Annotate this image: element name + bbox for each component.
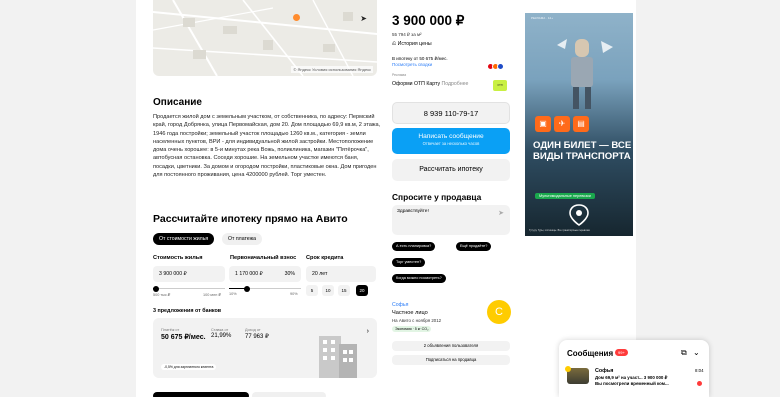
unread-dot (697, 381, 702, 386)
term-input[interactable]: 20 лет (306, 266, 376, 282)
description-text: Продается жилой дом с земельным участком… (153, 114, 381, 179)
banner-footer: Туту.ру. Туры, гостиницы. Все транспортн… (529, 229, 590, 232)
cost-label: Стоимость жилья (153, 255, 203, 261)
seller-avatar[interactable]: С (487, 300, 511, 324)
bus-icon: ▤ (573, 116, 589, 132)
chat-contact-name[interactable]: Софья (595, 368, 613, 374)
down-payment-value: 1 170 000 ₽ (235, 271, 263, 277)
chat-time: 8:04 (695, 368, 704, 373)
ask-seller-text: Здравствуйте! (397, 209, 429, 214)
transport-ad-banner[interactable]: РЕКЛАМА · 12+ ▣ ✈ ▤ ОДИН БИЛЕТ — ВСЕ ВИДЫ … (525, 13, 633, 236)
down-payment-percent: 30% (284, 271, 295, 277)
tab-by-cost[interactable]: От стоимости жилья (153, 233, 215, 245)
map-copyright[interactable]: © Яндекс Условия использования Яндекс (291, 66, 373, 73)
plane-icon: ✈ (554, 116, 570, 132)
write-message-button[interactable]: Написать сообщение Отвечает за несколько… (392, 128, 510, 154)
down-payment-label: Первоначальный взнос (230, 255, 297, 261)
listing-price: 3 900 000 ₽ (392, 13, 465, 28)
tab-by-payment[interactable]: От платежа (222, 233, 262, 245)
price-per-m2: 55 794 ₽ за м² (392, 32, 422, 37)
offer-income-value: 77 963 ₽ (245, 334, 269, 340)
banner-transport-icons: ▣ ✈ ▤ (535, 113, 592, 132)
otp-logo: ОТП (493, 80, 507, 91)
cost-slider[interactable] (152, 285, 225, 292)
description-title: Описание (153, 97, 202, 108)
train-icon: ▣ (535, 116, 551, 132)
otp-ad-text: Оформи ОТП Карту (392, 81, 441, 87)
down-min: 10% (229, 292, 237, 296)
cost-min: 500 тыс.₽ (153, 293, 171, 297)
building-illustration (319, 336, 357, 378)
bank-logos (487, 57, 504, 75)
online-status-dot (565, 366, 571, 372)
offer-payment-value: 50 675 ₽/мес. (161, 334, 206, 341)
offer-payment-label: Платёж от (161, 328, 180, 332)
term-option-15[interactable]: 15 (338, 285, 350, 296)
seller-ads-button[interactable]: 2 объявления пользователя (392, 341, 510, 351)
show-phone-button[interactable]: 8 939 110-79-17 (392, 102, 510, 124)
open-external-icon[interactable]: ⧉ (681, 348, 687, 358)
otp-ad[interactable]: Оформи ОТП Карту Подробнее (392, 81, 468, 87)
quick-question-chip[interactable]: Ещё продаёте? (456, 242, 492, 251)
term-option-10[interactable]: 10 (322, 285, 334, 296)
banner-chip: Мультимодальные перевозки (535, 193, 595, 199)
offer-note: -0,5% для зарплатного клиента (161, 364, 217, 370)
down-slider-handle[interactable] (244, 285, 250, 292)
location-map[interactable]: ➤ © Яндекс Условия использования Яндекс (153, 0, 377, 76)
ad-label: Реклама (392, 73, 407, 77)
ask-seller-title: Спросите у продавца (392, 192, 482, 202)
cost-slider-handle[interactable] (152, 285, 159, 292)
seller-eco-badge: Экономия · 5 кг CO₂ (392, 326, 432, 332)
map-streets (153, 0, 377, 76)
subscribe-seller-button[interactable]: Подписаться на продавца (392, 355, 510, 365)
map-pin-icon (569, 204, 589, 226)
term-label: Срок кредита (306, 255, 344, 261)
mortgage-summary-link[interactable]: Посмотреть сводки (392, 62, 432, 67)
ask-seller-input[interactable]: Здравствуйте! ➤ (392, 205, 510, 235)
offer-rate-label: Ставка от (211, 328, 229, 332)
calculate-mortgage-button[interactable]: Рассчитать ипотеку (392, 159, 510, 181)
send-icon[interactable]: ➤ (498, 209, 504, 217)
navigation-arrow-icon[interactable]: ➤ (360, 14, 367, 23)
seller-type: Частное лицо (392, 310, 428, 316)
down-payment-input[interactable]: 1 170 000 ₽ 30% (229, 266, 301, 282)
chat-last-message: Вы посмотрели временный ком... (595, 381, 669, 386)
mortgage-title: Рассчитайте ипотеку прямо на Авито (153, 213, 348, 225)
cost-max: 100 млн ₽ (203, 293, 221, 297)
term-option-20[interactable]: 20 (356, 285, 368, 296)
bank-offers-title: 3 предложения от банков (153, 308, 222, 314)
quick-question-chip[interactable]: Торг уместен? (392, 258, 426, 267)
quick-question-chip[interactable]: Когда можно посмотреть? (392, 274, 446, 283)
quick-question-chip[interactable]: А есть планировка? (392, 242, 436, 251)
chevron-right-icon[interactable]: › (367, 328, 369, 335)
banner-illustration (557, 39, 613, 109)
bank-offer-card[interactable]: Платёж от 50 675 ₽/мес. Ставка от 21,99%… (153, 318, 377, 378)
bottom-tab-inactive[interactable] (252, 392, 326, 397)
down-max: 90% (290, 292, 298, 296)
bottom-tab-active[interactable] (153, 392, 249, 397)
chevron-down-icon[interactable]: ⌄ (693, 348, 700, 357)
seller-name-link[interactable]: Софья (392, 302, 408, 308)
offer-rate-value: 21,99% (211, 333, 232, 339)
price-history-label: История цены (397, 41, 432, 47)
term-option-5[interactable]: 5 (306, 285, 318, 296)
price-history-link[interactable]: ⎌ История цены (392, 41, 432, 48)
offer-income-label: Доход от (245, 328, 261, 332)
history-icon: ⎌ (392, 41, 397, 47)
down-payment-slider[interactable] (229, 285, 301, 292)
cost-input[interactable]: 3 900 000 ₽ (153, 266, 225, 282)
map-place-icon[interactable] (293, 14, 300, 21)
reply-time-label: Отвечает за несколько часов (422, 141, 480, 146)
unread-count-badge: 99+ (615, 349, 628, 356)
write-message-label: Написать сообщение (418, 133, 484, 140)
banner-ad-label: РЕКЛАМА · 12+ (531, 16, 553, 20)
messages-popup[interactable]: Сообщения 99+ ⧉ ⌄ Софья Дом 69,9 м² на у… (559, 340, 709, 397)
messages-title: Сообщения (567, 349, 614, 358)
bank-logo-icon (497, 63, 504, 70)
seller-since: На Авито с ноября 2012 (392, 318, 442, 323)
otp-ad-more-link[interactable]: Подробнее (442, 81, 469, 87)
banner-title: ОДИН БИЛЕТ — ВСЕ ВИДЫ ТРАНСПОРТА (533, 140, 632, 162)
